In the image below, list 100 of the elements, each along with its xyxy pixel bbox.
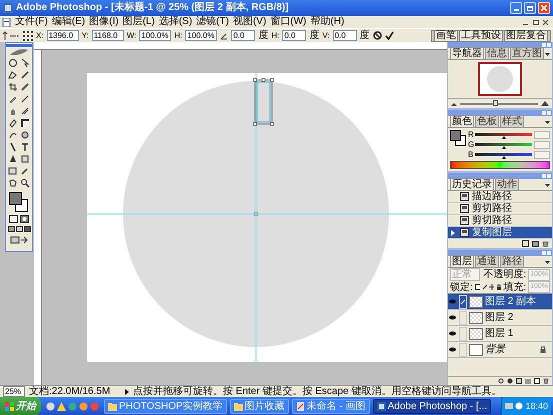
cancel-icon[interactable] (372, 31, 382, 40)
tool-icon[interactable] (20, 106, 30, 116)
layer-row[interactable]: 图层 2 (448, 310, 552, 326)
palette-tab[interactable]: 颜色 (450, 115, 474, 127)
color-slider[interactable] (475, 133, 532, 136)
new-layer-icon[interactable] (534, 378, 540, 384)
tool-icon[interactable] (20, 178, 30, 188)
move-icon[interactable] (489, 284, 494, 290)
menu-item[interactable]: 滤镜(T) (196, 16, 229, 28)
new-document-icon[interactable] (522, 240, 529, 247)
color-swatches-icon[interactable] (9, 192, 29, 212)
palette-tab[interactable]: 工具预设 (459, 30, 503, 40)
layer-thumbnail (469, 296, 483, 308)
value-field[interactable] (534, 150, 550, 158)
unit-label: 度 (360, 30, 370, 42)
commit-icon[interactable] (384, 31, 394, 40)
number-field[interactable]: 0.0 (231, 30, 256, 41)
eye-icon[interactable] (449, 347, 456, 352)
eye-icon[interactable] (449, 331, 456, 336)
status-menu-icon[interactable] (125, 388, 129, 394)
layer-row[interactable]: 图层 2 副本 (448, 294, 552, 310)
restore-icon[interactable] (532, 18, 539, 26)
number-field[interactable]: 1396.0 (46, 30, 79, 41)
layer-row[interactable]: 背景 (448, 342, 552, 358)
history-item[interactable]: 描边路径 (448, 191, 552, 203)
color-spectrum[interactable] (450, 161, 550, 169)
menu-item[interactable]: 帮助(H) (310, 16, 344, 28)
menu-item[interactable]: 视图(V) (232, 16, 266, 28)
palette-tab[interactable]: 画笔 (434, 30, 458, 40)
jump-to-imageready-icon[interactable] (10, 235, 28, 244)
lock-icon[interactable] (496, 284, 502, 290)
palette-menu-icon[interactable] (545, 260, 550, 265)
link-icon[interactable] (498, 378, 504, 384)
menu-item[interactable]: 窗口(W) (270, 16, 306, 28)
number-field[interactable]: 1168.0 (92, 30, 124, 41)
number-field[interactable]: 100.0% (139, 30, 172, 41)
palette-tab[interactable]: 直方图 (510, 47, 544, 59)
menu-item[interactable]: 图像(I) (89, 16, 119, 28)
clock: 18:40 (525, 401, 548, 411)
menu-item[interactable]: 编辑(E) (52, 16, 86, 28)
taskbar-button[interactable]: Adobe Photoshop - [... (372, 398, 492, 414)
maximize-button[interactable] (524, 2, 536, 14)
field-label: V: (322, 30, 330, 40)
channel-label: B (468, 150, 473, 159)
taskbar-button[interactable]: 未命名 - 画图 (292, 398, 370, 414)
history-item[interactable]: 剪切路径 (448, 203, 552, 215)
layer-row[interactable]: 图层 1 (448, 326, 552, 342)
slider-thumb[interactable] (502, 146, 506, 149)
palette-tab[interactable]: 历史记录 (450, 178, 494, 190)
palette-menu-icon[interactable] (545, 52, 550, 57)
palette-tab[interactable]: 样式 (500, 115, 524, 127)
slider-thumb[interactable] (502, 136, 506, 139)
palette-tab[interactable]: 导航器 (450, 47, 484, 59)
quick-mask-icon[interactable] (20, 215, 29, 223)
lock-transparency-icon[interactable] (474, 284, 480, 290)
reference-point-icon[interactable] (23, 30, 33, 40)
palette-tab[interactable]: 色板 (475, 115, 499, 127)
palette-menu-icon[interactable] (545, 120, 550, 125)
layer-link-slot[interactable] (459, 294, 467, 308)
zoom-out-icon[interactable] (450, 100, 458, 106)
menu-item[interactable]: 文件(F) (15, 16, 48, 28)
number-field[interactable]: 0.0 (332, 30, 357, 41)
minimize-button[interactable] (510, 2, 522, 14)
menu-item[interactable]: 图层(L) (122, 16, 155, 28)
history-step-icon (460, 204, 469, 213)
palette-tab[interactable]: 图层 (450, 255, 474, 267)
snapshot-icon[interactable] (532, 240, 539, 247)
color-slider[interactable] (475, 143, 532, 146)
zoom-field[interactable]: 25% (3, 386, 25, 397)
value-field[interactable] (534, 140, 550, 148)
palette-tab[interactable]: 动作 (495, 178, 519, 190)
layer-style-icon[interactable] (507, 378, 513, 384)
history-item[interactable]: 复制图层 (448, 227, 552, 239)
brush-icon[interactable] (482, 284, 488, 290)
tool-icon[interactable] (20, 142, 30, 152)
tool-icon[interactable] (8, 82, 18, 92)
palette-tab[interactable]: 信息 (485, 47, 509, 59)
layer-name: 图层 2 副本 (485, 296, 536, 307)
palette-tab[interactable]: 路径 (500, 255, 524, 267)
close-button[interactable] (538, 2, 550, 14)
channel-label: G (468, 140, 473, 149)
taskbar-button[interactable]: 图片收藏 (230, 398, 289, 414)
menu-item[interactable]: 选择(S) (158, 16, 192, 28)
value-field[interactable] (534, 130, 550, 138)
mask-icon[interactable] (516, 378, 522, 384)
taskbar-button[interactable]: PHOTOSHOP实例教学 (104, 398, 227, 414)
slider-thumb[interactable] (493, 100, 498, 106)
standard-mode-icon[interactable] (9, 215, 18, 223)
transform-box[interactable] (253, 78, 274, 126)
navigator-thumbnail[interactable] (478, 62, 522, 96)
number-field[interactable]: 100.0% (185, 30, 218, 41)
number-field[interactable]: 0.0 (282, 30, 306, 41)
palette-tab[interactable]: 图层复合 (504, 30, 548, 40)
eye-icon[interactable] (449, 315, 456, 320)
palette-menu-icon[interactable] (545, 183, 550, 188)
color-swatches-icon[interactable] (450, 130, 466, 146)
move-tool-icon[interactable] (2, 30, 20, 40)
help-icon[interactable] (515, 402, 524, 410)
palette-tab[interactable]: 通道 (475, 255, 499, 267)
zoom-in-icon[interactable] (540, 100, 550, 107)
